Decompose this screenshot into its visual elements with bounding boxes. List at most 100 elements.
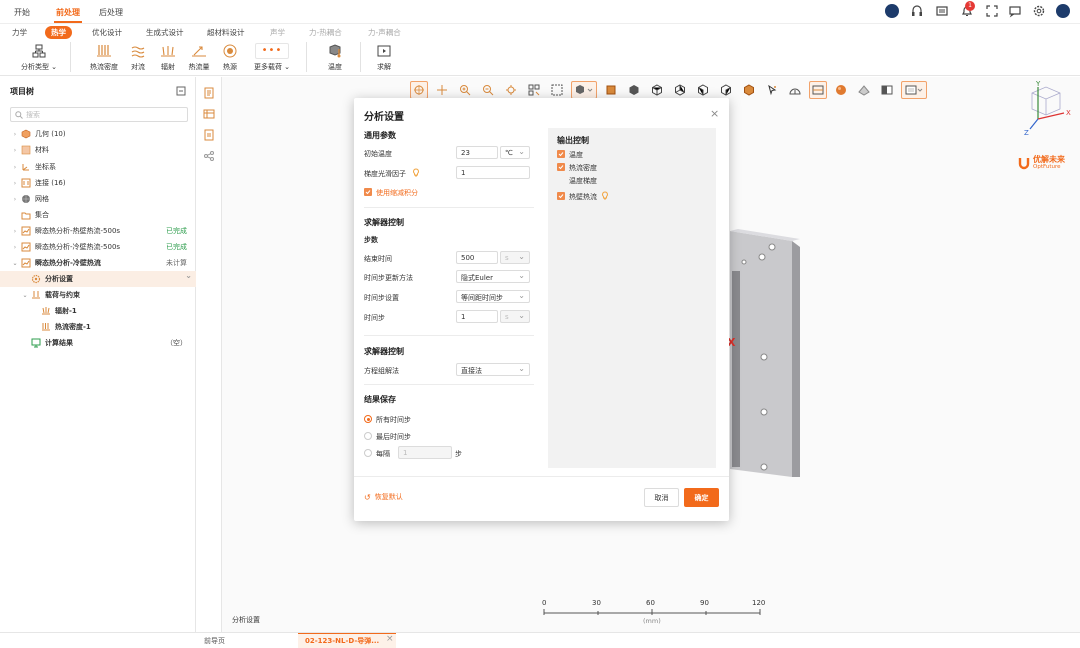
pan-icon[interactable] [433, 81, 451, 99]
convection-button[interactable]: 对流 [126, 42, 150, 72]
subtab-acoustic-mech[interactable]: 力-声耦合 [368, 27, 401, 38]
tree-search-input[interactable]: 搜索 [10, 107, 188, 122]
tab-home[interactable]: 前导页 [204, 636, 225, 646]
measure-icon[interactable] [786, 81, 804, 99]
menu-tab-postprocess[interactable]: 后处理 [99, 7, 123, 18]
gradient-input[interactable]: 1 [456, 166, 530, 179]
tree-item-results[interactable]: 计算结果 （空） [0, 335, 196, 351]
transparency-icon[interactable] [855, 81, 873, 99]
tree-item-heat-flux-1[interactable]: 热流密度-1 [0, 319, 196, 335]
window-select-icon[interactable] [548, 81, 566, 99]
bottom-view-icon[interactable] [671, 81, 689, 99]
tab-model[interactable]: 02-123-NL-D-导弹... [305, 636, 379, 646]
rotate-icon[interactable] [410, 81, 428, 99]
radiation-button[interactable]: 辐射 [156, 42, 180, 72]
save-every-radio[interactable] [364, 449, 372, 457]
menu-tab-start[interactable]: 开始 [14, 7, 30, 18]
init-temp-input[interactable]: 23 [456, 146, 498, 159]
chevron-down-icon[interactable]: ⌄ [10, 260, 20, 267]
section-view-icon[interactable] [809, 81, 827, 99]
close-tab-icon[interactable]: × [386, 634, 394, 644]
reduced-integration-checkbox[interactable] [364, 188, 372, 196]
cursor-icon[interactable] [763, 81, 781, 99]
view-cube-dropdown-icon[interactable] [571, 81, 597, 99]
zoom-out-icon[interactable] [479, 81, 497, 99]
chevron-right-icon[interactable]: › [10, 147, 20, 154]
tree-item-analysis-cold[interactable]: ⌄ 瞬态热分析-冷壁热流 未计算 [0, 255, 196, 271]
output-gradient-checkbox[interactable] [557, 176, 565, 184]
more-loads-button[interactable]: ••• 更多载荷 ⌄ [250, 42, 294, 72]
table-icon[interactable] [203, 108, 215, 120]
save-last-radio[interactable] [364, 432, 372, 440]
background-dropdown-icon[interactable] [901, 81, 927, 99]
tree-item-analysis-hot[interactable]: › 瞬态热分析-热壁热流-500s 已完成 [0, 223, 196, 239]
end-time-input[interactable]: 500 [456, 251, 498, 264]
heat-source-button[interactable]: 热源 [218, 42, 242, 72]
zoom-fit-icon[interactable] [502, 81, 520, 99]
message-icon[interactable] [1008, 4, 1022, 18]
close-icon[interactable]: × [710, 107, 719, 120]
tree-item-connection[interactable]: › 连接 (16) [0, 175, 196, 191]
subtab-thermo-mech[interactable]: 力-热耦合 [309, 27, 342, 38]
tree-item-coordinates[interactable]: › 坐标系 [0, 159, 196, 175]
select-box-icon[interactable] [525, 81, 543, 99]
shading-sphere-icon[interactable] [832, 81, 850, 99]
ok-button[interactable]: 确定 [684, 488, 719, 507]
subtab-acoustics[interactable]: 声学 [270, 27, 285, 38]
part-model[interactable] [722, 227, 822, 487]
reset-defaults-button[interactable]: ↺ 恢复默认 [364, 492, 403, 502]
step-setting-select[interactable]: 等间距时间步 [456, 290, 530, 303]
tree-item-geometry[interactable]: › 几何 (10) [0, 126, 196, 142]
chevron-right-icon[interactable]: › [10, 196, 20, 203]
right-view-icon[interactable] [717, 81, 735, 99]
menu-tab-preprocess[interactable]: 前处理 [54, 7, 82, 23]
tree-item-loads[interactable]: ⌄ 载荷与约束 [0, 287, 196, 303]
solve-button[interactable]: 求解 [372, 42, 396, 72]
zoom-in-icon[interactable] [456, 81, 474, 99]
display-mode-icon[interactable] [878, 81, 896, 99]
output-temp-checkbox[interactable] [557, 150, 565, 158]
tree-item-analysis-cold-500s[interactable]: › 瞬态热分析-冷壁热流-500s 已完成 [0, 239, 196, 255]
analysis-type-button[interactable]: 分析类型 ⌄ [18, 42, 60, 72]
tree-item-analysis-settings[interactable]: 分析设置 [0, 271, 196, 287]
chevron-right-icon[interactable]: › [10, 244, 20, 251]
method-select[interactable]: 隐式Euler [456, 270, 530, 283]
avatar[interactable] [885, 4, 899, 18]
cancel-button[interactable]: 取消 [644, 488, 679, 507]
tree-item-radiation-1[interactable]: 辐射-1 [0, 303, 196, 319]
lightbulb-icon[interactable] [601, 191, 609, 200]
chevron-right-icon[interactable]: › [10, 164, 20, 171]
lightbulb-icon[interactable] [412, 168, 420, 177]
properties-icon[interactable] [203, 87, 215, 99]
collapse-panel-icon[interactable] [176, 86, 186, 96]
chevron-right-icon[interactable]: › [10, 228, 20, 235]
subtab-optimization[interactable]: 优化设计 [92, 27, 122, 38]
heat-flux-density-button[interactable]: 热流密度 [86, 42, 122, 72]
chevron-down-icon[interactable]: ⌄ [20, 292, 30, 299]
heat-flow-button[interactable]: 热流量 [185, 42, 213, 72]
subtab-mechanics[interactable]: 力学 [12, 27, 27, 38]
save-all-radio[interactable] [364, 415, 372, 423]
document-icon[interactable] [203, 129, 215, 141]
chevron-right-icon[interactable]: › [10, 131, 20, 138]
chevron-right-icon[interactable]: › [10, 180, 20, 187]
tree-item-collection[interactable]: 集合 [0, 207, 196, 223]
output-heat-flux-checkbox[interactable] [557, 163, 565, 171]
subtab-metamaterial[interactable]: 超材料设计 [207, 27, 245, 38]
tree-item-material[interactable]: › 材料 [0, 142, 196, 158]
iso-view-icon[interactable] [740, 81, 758, 99]
list-icon[interactable] [935, 4, 949, 18]
top-view-icon[interactable] [648, 81, 666, 99]
output-wall-heat-flux-checkbox[interactable] [557, 192, 565, 200]
headset-icon[interactable] [910, 4, 924, 18]
back-view-icon[interactable] [625, 81, 643, 99]
share-icon[interactable] [203, 150, 215, 162]
eq-solver-select[interactable]: 直接法 [456, 363, 530, 376]
save-every-input[interactable]: 1 [398, 446, 452, 459]
tree-item-mesh[interactable]: › 网格 [0, 191, 196, 207]
user-avatar[interactable] [1056, 4, 1070, 18]
gear-icon[interactable] [1032, 4, 1046, 18]
subtab-thermal[interactable]: 热学 [45, 26, 72, 39]
left-view-icon[interactable] [694, 81, 712, 99]
temp-unit-select[interactable]: ℃ [500, 146, 530, 159]
